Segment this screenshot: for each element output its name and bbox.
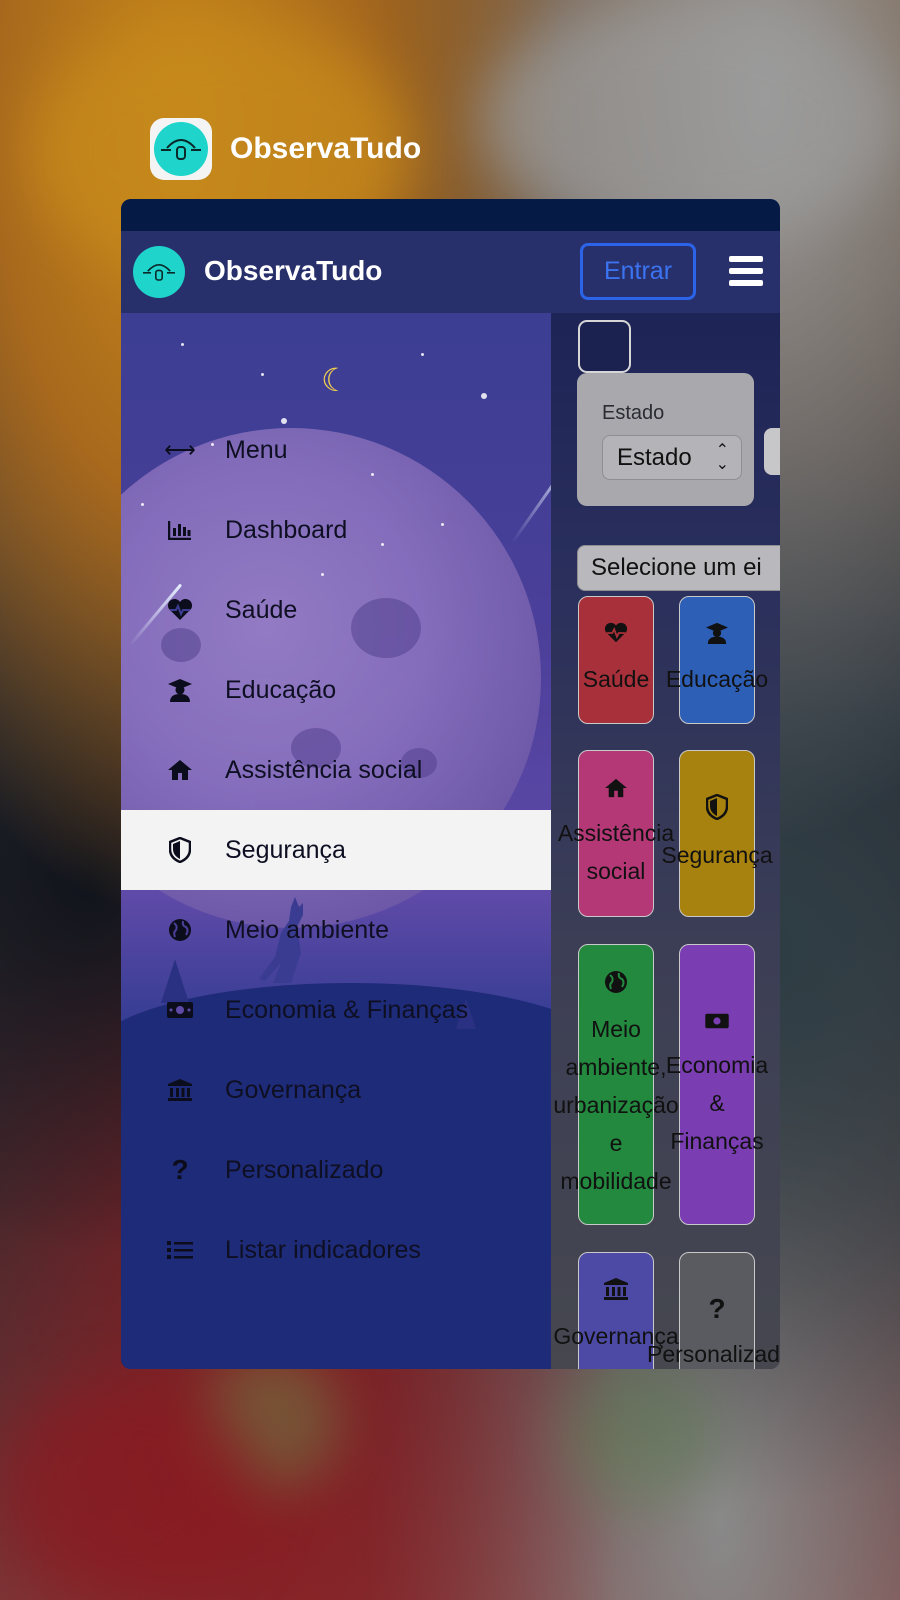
- tile-seguranca[interactable]: Segurança: [661, 750, 773, 917]
- state-filter-card: Estado Estado ⌃ ⌄: [577, 373, 754, 506]
- sidebar-item-economia[interactable]: Economia & Finanças: [121, 970, 551, 1050]
- tile-label: Segurança: [661, 841, 773, 868]
- secondary-filter-card[interactable]: [764, 428, 780, 475]
- shield-icon: [705, 793, 729, 826]
- sidebar-item-personalizado[interactable]: ? Personalizado: [121, 1130, 551, 1210]
- sidebar-item-label: Educação: [225, 675, 337, 704]
- question-icon: ?: [171, 1154, 189, 1185]
- home-icon: [165, 755, 195, 785]
- tile-meio-ambiente[interactable]: Meio ambiente, urbanização e mobilidade: [553, 944, 679, 1225]
- nav-title[interactable]: ObservaTudo: [204, 255, 382, 287]
- sidebar-item-label: Economia & Finanças: [225, 995, 469, 1024]
- sidebar-item-dashboard[interactable]: Dashboard: [121, 490, 551, 570]
- globe-icon: [604, 970, 628, 1000]
- arrows-horizontal-icon: ⟷: [164, 437, 196, 462]
- sidebar-item-label: Saúde: [225, 595, 298, 624]
- eixo-select[interactable]: Selecione um ei: [577, 545, 780, 591]
- tile-label: Economia & Finanças: [665, 1051, 769, 1154]
- app-logo: [154, 122, 208, 176]
- background-blob: [0, 1380, 260, 1600]
- status-bar: [121, 199, 780, 231]
- sidebar-item-label: Governança: [225, 1075, 362, 1104]
- crescent-moon-icon: ☾: [321, 362, 350, 398]
- tile-assistencia-social[interactable]: Assistência social: [558, 750, 674, 917]
- sidebar-item-label: Meio ambiente: [225, 915, 389, 944]
- bank-icon: [603, 1277, 629, 1307]
- state-label: Estado: [602, 402, 665, 424]
- shield-icon: [165, 835, 195, 865]
- tile-label: Personalizado: [647, 1341, 780, 1367]
- tile-personalizado[interactable]: ? Personalizado: [647, 1252, 780, 1369]
- logo-icon[interactable]: [133, 246, 185, 298]
- sidebar-item-educacao[interactable]: Educação: [121, 650, 551, 730]
- sidebar-item-label: Menu: [225, 435, 288, 464]
- navbar: ObservaTudo Entrar: [121, 231, 780, 313]
- sidebar-item-listar-indicadores[interactable]: Listar indicadores: [121, 1210, 551, 1290]
- sidebar-item-label: Dashboard: [225, 515, 348, 544]
- bar-chart-icon: [165, 515, 195, 545]
- state-select-value: Estado: [617, 443, 692, 471]
- app-preview-card[interactable]: ObservaTudo Entrar ☾ ⟷ Menu Dashboard Sa…: [121, 199, 780, 1369]
- sidebar-item-seguranca[interactable]: Segurança: [121, 810, 551, 890]
- money-icon: [165, 995, 195, 1025]
- sidebar-item-assistencia-social[interactable]: Assistência social: [121, 730, 551, 810]
- heart-pulse-icon: [165, 595, 195, 625]
- sidebar-item-label: Personalizado: [225, 1155, 384, 1184]
- sidebar-item-menu[interactable]: ⟷ Menu: [121, 410, 551, 490]
- chevron-updown-icon: ⌃ ⌄: [715, 442, 729, 473]
- question-icon: ?: [708, 1293, 726, 1324]
- hamburger-menu-icon[interactable]: [729, 256, 763, 286]
- tile-educacao[interactable]: Educação: [666, 596, 768, 724]
- tile-economia[interactable]: Economia & Finanças: [666, 944, 768, 1225]
- app-switcher-title: ObservaTudo: [230, 132, 422, 165]
- money-icon: [704, 1010, 730, 1036]
- tile-saude[interactable]: Saúde: [578, 596, 654, 724]
- sidebar-item-meio-ambiente[interactable]: Meio ambiente: [121, 890, 551, 970]
- sidebar: ☾ ⟷ Menu Dashboard Saúde Educação Assist…: [121, 313, 551, 1369]
- background-blob: [560, 1360, 720, 1510]
- app-switcher-header[interactable]: ObservaTudo: [150, 118, 421, 180]
- tile-label: Educação: [665, 666, 769, 692]
- list-icon: [165, 1235, 195, 1265]
- heart-pulse-icon: [604, 622, 628, 650]
- sidebar-item-label: Listar indicadores: [225, 1235, 421, 1264]
- sidebar-item-governanca[interactable]: Governança: [121, 1050, 551, 1130]
- globe-icon: [165, 915, 195, 945]
- login-button[interactable]: Entrar: [580, 243, 696, 300]
- bank-icon: [165, 1075, 195, 1105]
- main-content: Estado Estado ⌃ ⌄ Selecione um ei Saúde E…: [551, 313, 780, 1369]
- tile-governanca[interactable]: Governança e Transparência: [553, 1252, 679, 1369]
- state-select[interactable]: Estado ⌃ ⌄: [602, 435, 742, 480]
- sidebar-item-saude[interactable]: Saúde: [121, 570, 551, 650]
- home-icon: [604, 778, 628, 804]
- graduate-icon: [165, 675, 195, 705]
- app-icon[interactable]: [150, 118, 212, 180]
- toggle-checkbox[interactable]: [578, 320, 631, 373]
- graduate-icon: [706, 622, 728, 650]
- sidebar-item-label: Assistência social: [225, 755, 423, 784]
- sidebar-item-label: Segurança: [225, 835, 346, 864]
